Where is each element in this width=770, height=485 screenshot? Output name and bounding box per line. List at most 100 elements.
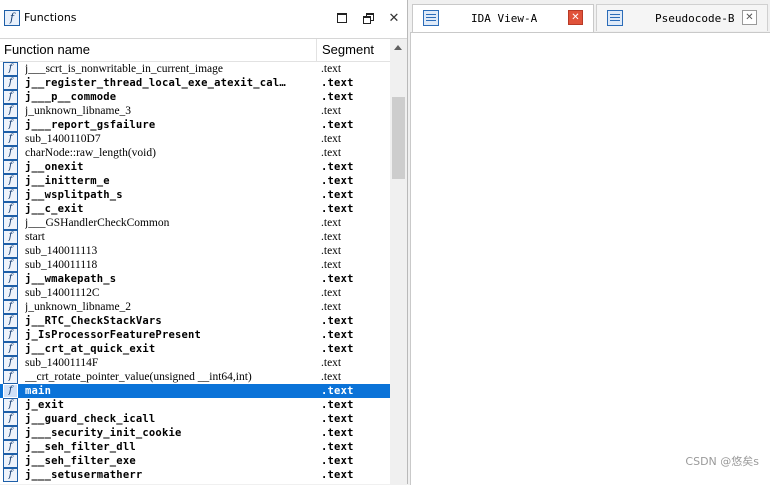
function-icon: f	[3, 202, 18, 216]
function-row[interactable]: f sub_1400110D7 .text	[0, 132, 390, 146]
function-row[interactable]: f j___GSHandlerCheckCommon .text	[0, 216, 390, 230]
function-icon: f	[3, 174, 18, 188]
function-row[interactable]: f j___setusermatherr .text	[0, 468, 390, 482]
function-segment: .text	[321, 301, 342, 313]
function-row[interactable]: f sub_14001114F .text	[0, 356, 390, 370]
ida-view-panel[interactable]: CSDN @悠矣s	[410, 32, 770, 485]
function-row[interactable]: f sub_140011118 .text	[0, 258, 390, 272]
maximize-button[interactable]	[334, 10, 350, 26]
function-name: __crt_rotate_pointer_value(unsigned __in…	[25, 371, 252, 383]
function-name: start	[25, 231, 45, 243]
function-name: j__c_exit	[25, 203, 84, 215]
function-icon: f	[3, 440, 18, 454]
function-row[interactable]: f j___report_gsfailure .text	[0, 118, 390, 132]
function-segment: .text	[321, 455, 354, 467]
function-name: j___scrt_is_nonwritable_in_current_image	[25, 63, 224, 75]
function-name: j_unknown_libname_3	[25, 105, 132, 117]
function-name: j__register_thread_local_exe_atexit_cal…	[25, 77, 286, 89]
function-name: j___setusermatherr	[25, 469, 143, 481]
function-segment: .text	[321, 385, 354, 397]
float-button[interactable]	[360, 10, 376, 26]
function-row[interactable]: f charNode::raw_length(void) .text	[0, 146, 390, 160]
function-row[interactable]: f j__register_thread_local_exe_atexit_cal…	[0, 76, 390, 90]
tab-label: Pseudocode-B	[655, 12, 735, 25]
scrollbar-thumb[interactable]	[392, 97, 405, 179]
function-row[interactable]: f j__initterm_e .text	[0, 174, 390, 188]
function-icon: f	[3, 342, 18, 356]
function-row[interactable]: f j_IsProcessorFeaturePresent .text	[0, 328, 390, 342]
function-icon: f	[3, 76, 18, 90]
column-header-segment[interactable]: Segment	[322, 39, 390, 61]
function-row[interactable]: f j___security_init_cookie .text	[0, 426, 390, 440]
function-name: j__wsplitpath_s	[25, 189, 123, 201]
scroll-up-arrow-icon[interactable]	[394, 45, 402, 50]
functions-scrollbar[interactable]	[390, 39, 407, 484]
function-icon: f	[3, 104, 18, 118]
function-row[interactable]: f j___scrt_is_nonwritable_in_current_imag…	[0, 62, 390, 76]
function-name: j__onexit	[25, 161, 84, 173]
tab-label: IDA View-A	[471, 12, 538, 25]
function-name: j___GSHandlerCheckCommon	[25, 217, 170, 229]
function-segment: .text	[321, 343, 354, 355]
function-icon: f	[4, 10, 20, 26]
function-row[interactable]: f j__crt_at_quick_exit .text	[0, 342, 390, 356]
function-row[interactable]: f j__wsplitpath_s .text	[0, 188, 390, 202]
function-segment: .text	[321, 175, 354, 187]
function-segment: .text	[321, 147, 342, 159]
function-icon: f	[3, 384, 18, 398]
function-icon: f	[3, 90, 18, 104]
function-row[interactable]: f j__RTC_CheckStackVars .text	[0, 314, 390, 328]
function-row[interactable]: f sub_14001112C .text	[0, 286, 390, 300]
function-name: j_IsProcessorFeaturePresent	[25, 329, 202, 341]
functions-table-header: Function name Segment	[0, 39, 390, 62]
function-segment: .text	[321, 259, 342, 271]
function-icon: f	[3, 160, 18, 174]
function-icon: f	[3, 314, 18, 328]
function-segment: .text	[321, 77, 354, 89]
restore-icon	[363, 13, 374, 24]
function-icon: f	[3, 454, 18, 468]
function-row[interactable]: f j__seh_filter_exe .text	[0, 454, 390, 468]
function-row[interactable]: f start .text	[0, 230, 390, 244]
function-segment: .text	[321, 231, 342, 243]
functions-pane: f Functions ✕ Function name Segment f j__…	[0, 0, 408, 484]
function-icon: f	[3, 118, 18, 132]
function-segment: .text	[321, 413, 354, 425]
tab-ida-view-a[interactable]: IDA View-A ✕	[412, 4, 594, 33]
function-name: j___report_gsfailure	[25, 119, 156, 131]
function-row[interactable]: f j__guard_check_icall .text	[0, 412, 390, 426]
functions-list: f j___scrt_is_nonwritable_in_current_imag…	[0, 62, 390, 484]
function-icon: f	[3, 188, 18, 202]
tab-close-icon[interactable]: ✕	[742, 10, 757, 25]
function-icon: f	[3, 426, 18, 440]
function-name: j__crt_at_quick_exit	[25, 343, 156, 355]
function-row[interactable]: f j__seh_filter_dll .text	[0, 440, 390, 454]
function-name: sub_140011118	[25, 259, 98, 271]
function-segment: .text	[321, 399, 354, 411]
function-row[interactable]: f j__onexit .text	[0, 160, 390, 174]
tab-pseudocode-b[interactable]: Pseudocode-B ✕	[596, 4, 768, 31]
function-row[interactable]: f j_unknown_libname_2 .text	[0, 300, 390, 314]
function-name: sub_1400110D7	[25, 133, 101, 145]
function-segment: .text	[321, 315, 354, 327]
function-row[interactable]: f j__wmakepath_s .text	[0, 272, 390, 286]
tab-close-icon[interactable]: ✕	[568, 10, 583, 25]
function-name: j___p__commode	[25, 91, 117, 103]
function-icon: f	[3, 230, 18, 244]
function-row[interactable]: f j_exit .text	[0, 398, 390, 412]
pseudocode-view-icon	[607, 10, 623, 26]
function-segment: .text	[321, 245, 342, 257]
view-tab-bar: IDA View-A ✕ Pseudocode-B ✕	[408, 0, 770, 33]
function-row[interactable]: f main .text	[0, 384, 390, 398]
function-segment: .text	[321, 105, 342, 117]
function-row[interactable]: f j_unknown_libname_3 .text	[0, 104, 390, 118]
function-name: j__seh_filter_exe	[25, 455, 136, 467]
column-header-function-name[interactable]: Function name	[4, 39, 317, 61]
function-row[interactable]: f __crt_rotate_pointer_value(unsigned __i…	[0, 370, 390, 384]
close-pane-button[interactable]: ✕	[386, 10, 402, 26]
function-row[interactable]: f j__c_exit .text	[0, 202, 390, 216]
function-row[interactable]: f sub_140011113 .text	[0, 244, 390, 258]
functions-title: Functions	[24, 11, 77, 24]
function-segment: .text	[321, 273, 354, 285]
function-row[interactable]: f j___p__commode .text	[0, 90, 390, 104]
